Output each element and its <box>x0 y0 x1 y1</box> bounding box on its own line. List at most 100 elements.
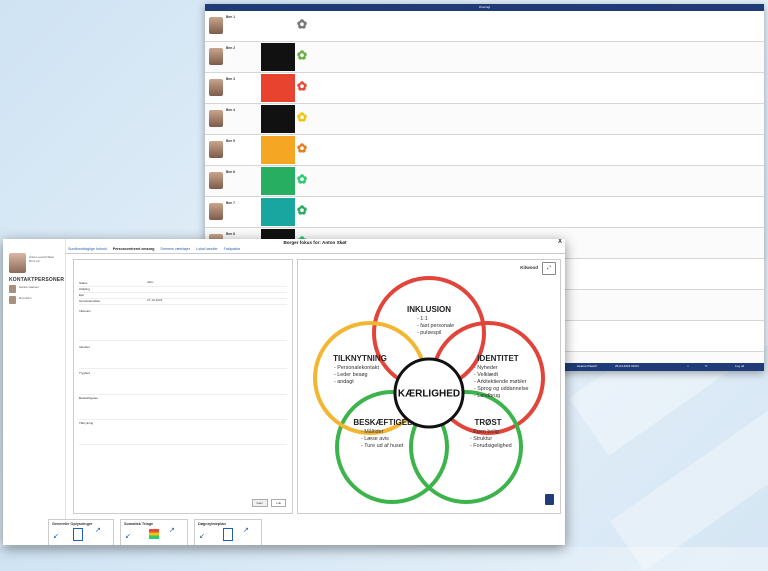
contacts-heading: KONTAKTPERSONER <box>9 277 65 283</box>
left-pane: Anton Leonid Skøt Rum 12 KONTAKTPERSONER… <box>3 239 66 545</box>
form-label: Ejer <box>79 293 85 297</box>
refresh-icon[interactable]: ↻ <box>705 364 708 369</box>
note-column <box>607 231 667 256</box>
note-column <box>607 107 667 132</box>
petal-item: - Forudsigelighed <box>470 443 512 449</box>
center-label: KÆRLIGHED <box>398 389 460 400</box>
resident-name: Ben 3 <box>226 77 235 81</box>
card-somatic-triage[interactable]: Somatisk Triage ↙ ↗ <box>120 519 188 545</box>
note-column <box>425 107 515 132</box>
petal-title: INKLUSION <box>407 305 451 314</box>
kitwood-flower-diagram: INKLUSION - 1:1- fast personale- pulsespi… <box>313 276 545 504</box>
flower-icon <box>297 19 307 29</box>
tab-dementia-tools[interactable]: Demens værktøjer <box>158 246 194 253</box>
contact-avatar <box>9 296 16 304</box>
petal-item: - 1:1 <box>417 316 428 322</box>
note-column <box>535 169 605 194</box>
petal-item: - Velklædt <box>474 372 498 378</box>
card-daily-rhythm[interactable]: Døgnrytmeplan ↙ ↗ <box>194 519 262 545</box>
contact-avatar <box>9 285 16 293</box>
form-label: Identitet <box>79 345 90 349</box>
collapse-arrow-icon: ↙ <box>125 533 131 540</box>
cancel-button[interactable]: Luk <box>271 499 286 507</box>
tab-fall-package[interactable]: Faldpakke <box>221 246 244 253</box>
overview-title: Oversigt <box>205 4 764 11</box>
triage-icon <box>149 529 159 539</box>
note-column <box>425 76 515 101</box>
petal-item: - Nyheder <box>474 365 498 371</box>
table-row[interactable]: Ben 2 <box>205 42 764 73</box>
form-row: Oprettelsesdato 27-10-2023 <box>79 298 287 305</box>
avatar <box>9 253 26 273</box>
petal-item: - Måltider <box>361 428 384 435</box>
table-row[interactable]: Ben 3 <box>205 73 764 104</box>
tab-health[interactable]: Sundhedsfaglige forhold <box>65 246 110 253</box>
note-column <box>607 45 667 70</box>
note-column <box>607 169 667 194</box>
petal-item: - Læse avis <box>361 436 389 442</box>
table-row[interactable]: Ben 4 <box>205 104 764 135</box>
resident-name: Ben 2 <box>226 46 235 50</box>
form-label: Beskæftigelse <box>79 396 98 400</box>
note-column <box>535 14 605 39</box>
form-label: Status <box>79 281 88 285</box>
current-datetime: 25-04-2024 09:04 <box>615 364 639 368</box>
save-button[interactable]: Gem <box>251 499 269 507</box>
petal-item: - Ture ud af huset <box>361 443 404 449</box>
form-value[interactable]: 27-10-2023 <box>147 298 285 303</box>
note-column <box>607 200 667 225</box>
home-icon[interactable]: ⌂ <box>687 364 689 369</box>
note-column <box>535 45 605 70</box>
status-cell <box>261 12 295 40</box>
form-value[interactable]: Aktiv <box>147 280 285 285</box>
table-row[interactable]: Ben 7 <box>205 197 764 228</box>
expand-arrow-icon: ↗ <box>243 527 249 534</box>
note-column <box>311 45 401 70</box>
contact-item[interactable]: Rut Holm <box>9 296 63 306</box>
flower-icon <box>297 50 307 60</box>
tab-bar: Sundhedsfaglige forhold Personcentreret … <box>65 246 565 254</box>
card-general-info[interactable]: Generelle Oplysninger ↙ ↗ <box>48 519 114 545</box>
petal-item: - Egen bolig <box>470 429 499 435</box>
kitwood-diagram-panel: Kitwood ⤢ INKLUSION - 1:1- fast personale… <box>297 259 561 514</box>
note-column <box>311 76 401 101</box>
table-row[interactable]: Ben 6 <box>205 166 764 197</box>
resident-name: Ben 6 <box>226 170 235 174</box>
flower-icon <box>297 81 307 91</box>
note-column <box>670 293 730 318</box>
tab-local-actions[interactable]: Lokal handler <box>193 246 221 253</box>
checklist-icon <box>223 528 233 541</box>
note-column <box>425 138 515 163</box>
window-title: Borger fokus for: Anton Skøt <box>283 240 347 245</box>
resident-photo <box>209 110 223 127</box>
note-column <box>535 138 605 163</box>
contact-name: Rut Holm <box>19 296 32 300</box>
note-column <box>311 107 401 132</box>
petal-item: - Sprog og uddannelse <box>474 386 529 392</box>
table-row[interactable]: Ben 5 <box>205 135 764 166</box>
form-label: Tryghed <box>79 371 90 375</box>
note-column <box>670 76 730 101</box>
note-column <box>670 200 730 225</box>
table-row[interactable]: Ben 1 <box>205 11 764 42</box>
petal-item: - Personalekontakt <box>334 365 379 371</box>
tab-person-centered-care[interactable]: Personcentreret omsorg <box>110 246 158 253</box>
note-column <box>535 107 605 132</box>
current-user: Helene Paetolf <box>577 364 597 368</box>
note-column <box>670 231 730 256</box>
status-cell <box>261 167 295 195</box>
contact-item[interactable]: Hanne Hansen <box>9 285 63 295</box>
logout-link[interactable]: Log ud <box>735 364 744 369</box>
flower-icon <box>297 205 307 215</box>
note-column <box>311 138 401 163</box>
petal-title: IDENTITET <box>477 354 518 363</box>
note-column <box>607 76 667 101</box>
note-column <box>670 169 730 194</box>
flower-icon <box>297 143 307 153</box>
petal-title: TILKNYTNING <box>333 354 387 363</box>
flower-icon <box>297 112 307 122</box>
form-buttons: Gem Luk <box>250 499 286 507</box>
note-column <box>607 14 667 39</box>
care-form-panel: Status Aktiv Afdeling Ejer Oprettelsesdato 27… <box>73 259 293 514</box>
close-icon[interactable]: X <box>558 239 562 246</box>
